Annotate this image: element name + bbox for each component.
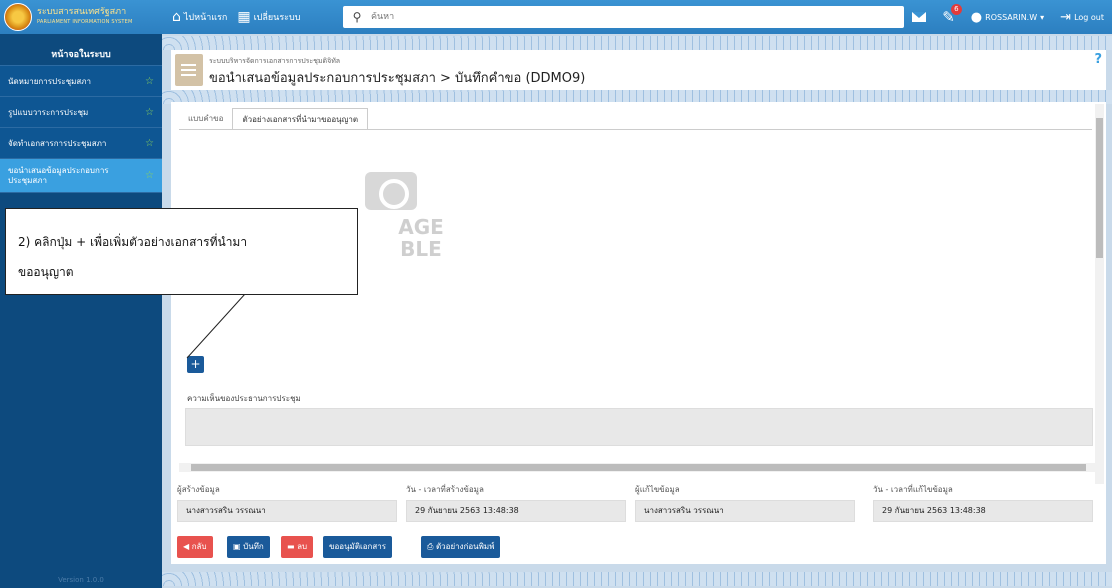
- document-icon: [175, 54, 203, 86]
- username: ROSSARIN.W: [985, 12, 1038, 22]
- created-at-field: 29 กันยายน 2563 13:48:38: [406, 500, 626, 522]
- camera-icon: [365, 172, 417, 210]
- trash-icon: ▬: [287, 542, 295, 551]
- sidebar-item-prepare-documents[interactable]: จัดทำเอกสารการประชุมสภา ☆: [0, 128, 162, 159]
- logo-subtitle: PARLIAMENT INFORMATION SYSTEM: [37, 19, 133, 25]
- star-icon[interactable]: ☆: [145, 107, 154, 118]
- action-bar: ◀ กลับ ▣ บันทึก ▬ ลบ ขออนุมัติเอกสาร ⎙ ต…: [171, 528, 1106, 564]
- page-header: ระบบบริหารจัดการเอกสารการประชุมดิจิทัล ข…: [171, 50, 1106, 90]
- back-button[interactable]: ◀ กลับ: [177, 536, 213, 558]
- grid-icon: ▦: [237, 9, 251, 25]
- chairman-comment-textarea[interactable]: [185, 408, 1093, 446]
- search-box: ⚲: [343, 6, 904, 28]
- top-bar: ระบบสารสนเทศรัฐสภา PARLIAMENT INFORMATIO…: [0, 0, 1112, 34]
- star-icon[interactable]: ☆: [145, 170, 154, 181]
- sidebar: หน้าจอในระบบ นัดหมายการประชุมสภา ☆ รูปแบบ…: [0, 34, 162, 588]
- help-icon[interactable]: ?: [1094, 52, 1102, 67]
- page-title: ขอนำเสนอข้อมูลประกอบการประชุมสภา > บันทึ…: [209, 71, 586, 86]
- printer-icon: ⎙: [427, 542, 434, 551]
- modified-at-label: วัน - เวลาที่แก้ไขข้อมูล: [873, 485, 953, 494]
- delete-button[interactable]: ▬ ลบ: [281, 536, 314, 558]
- star-icon[interactable]: ☆: [145, 138, 154, 149]
- mail-icon[interactable]: [912, 12, 927, 22]
- callout-line-1: 2) คลิกปุ่ม + เพื่อเพิ่มตัวอย่างเอกสารที…: [18, 235, 248, 249]
- tab-sample-documents[interactable]: ตัวอย่างเอกสารที่นำมาขออนุญาต: [232, 108, 369, 130]
- modified-by-field: นางสาวรสริน วรรณนา: [635, 500, 855, 522]
- main-area: ระบบบริหารจัดการเอกสารการประชุมดิจิทัล ข…: [162, 34, 1112, 588]
- notification-badge: 6: [950, 4, 962, 15]
- scrollbar-thumb[interactable]: [1096, 118, 1103, 258]
- user-menu[interactable]: ● ROSSARIN.W ▾: [971, 10, 1044, 25]
- modified-at-field: 29 กันยายน 2563 13:48:38: [873, 500, 1093, 522]
- tab-divider: [179, 129, 1092, 130]
- version-label: Version 1.0.0: [58, 576, 104, 584]
- app-logo[interactable]: ระบบสารสนเทศรัฐสภา PARLIAMENT INFORMATIO…: [0, 0, 162, 34]
- record-metadata: ผู้สร้างข้อมูล นางสาวรสริน วรรณนา วัน - …: [171, 484, 1106, 528]
- search-icon[interactable]: ⚲: [343, 10, 371, 24]
- request-approval-button[interactable]: ขออนุมัติเอกสาร: [323, 536, 393, 558]
- modified-by-label: ผู้แก้ไขข้อมูล: [635, 485, 680, 494]
- switch-system-link[interactable]: ▦ เปลี่ยนระบบ: [237, 9, 300, 25]
- search-input[interactable]: [371, 12, 904, 22]
- user-icon: ●: [970, 9, 983, 25]
- parliament-seal-icon: [4, 3, 32, 31]
- logo-title: ระบบสารสนเทศรัฐสภา: [37, 7, 127, 17]
- sidebar-item-agenda-format[interactable]: รูปแบบวาระการประชุม ☆: [0, 97, 162, 128]
- home-icon: ⌂: [172, 9, 181, 25]
- system-name: ระบบบริหารจัดการเอกสารการประชุมดิจิทัล: [209, 57, 341, 65]
- tab-bar: แบบคำขอ ตัวอย่างเอกสารที่นำมาขออนุญาต: [179, 108, 369, 130]
- scrollbar-thumb[interactable]: [191, 464, 1086, 471]
- logout-button[interactable]: ⇥ Log out: [1060, 10, 1104, 25]
- callout-line-2: ขออนุญาต: [18, 265, 74, 279]
- sidebar-header: หน้าจอในระบบ: [0, 44, 162, 66]
- chairman-comment-label: ความเห็นของประธานการประชุม: [187, 394, 301, 403]
- save-icon: ▣: [233, 542, 241, 551]
- notification-button[interactable]: ✎ 6: [942, 4, 962, 26]
- vertical-scrollbar[interactable]: [1095, 104, 1104, 484]
- instruction-callout: 2) คลิกปุ่ม + เพื่อเพิ่มตัวอย่างเอกสารที…: [5, 208, 358, 295]
- back-arrow-icon: ◀: [183, 542, 190, 551]
- add-sample-document-button[interactable]: +: [187, 356, 204, 373]
- print-preview-button[interactable]: ⎙ ตัวอย่างก่อนพิมพ์: [421, 536, 501, 558]
- decorative-band: [162, 36, 1112, 50]
- save-button[interactable]: ▣ บันทึก: [227, 536, 270, 558]
- sidebar-item-submit-information[interactable]: ขอนำเสนอข้อมูลประกอบการประชุมสภา ☆: [0, 159, 162, 193]
- star-icon[interactable]: ☆: [145, 76, 154, 87]
- chevron-down-icon: ▾: [1040, 12, 1045, 22]
- home-link[interactable]: ⌂ ไปหน้าแรก: [172, 9, 227, 25]
- created-by-field: นางสาวรสริน วรรณนา: [177, 500, 397, 522]
- sidebar-item-meeting-appointment[interactable]: นัดหมายการประชุมสภา ☆: [0, 66, 162, 97]
- horizontal-scrollbar[interactable]: [179, 463, 1097, 472]
- logout-icon: ⇥: [1060, 9, 1072, 25]
- created-at-label: วัน - เวลาที่สร้างข้อมูล: [406, 485, 484, 494]
- created-by-label: ผู้สร้างข้อมูล: [177, 485, 220, 494]
- tab-request-form[interactable]: แบบคำขอ: [179, 108, 232, 130]
- decorative-band: [162, 572, 1112, 586]
